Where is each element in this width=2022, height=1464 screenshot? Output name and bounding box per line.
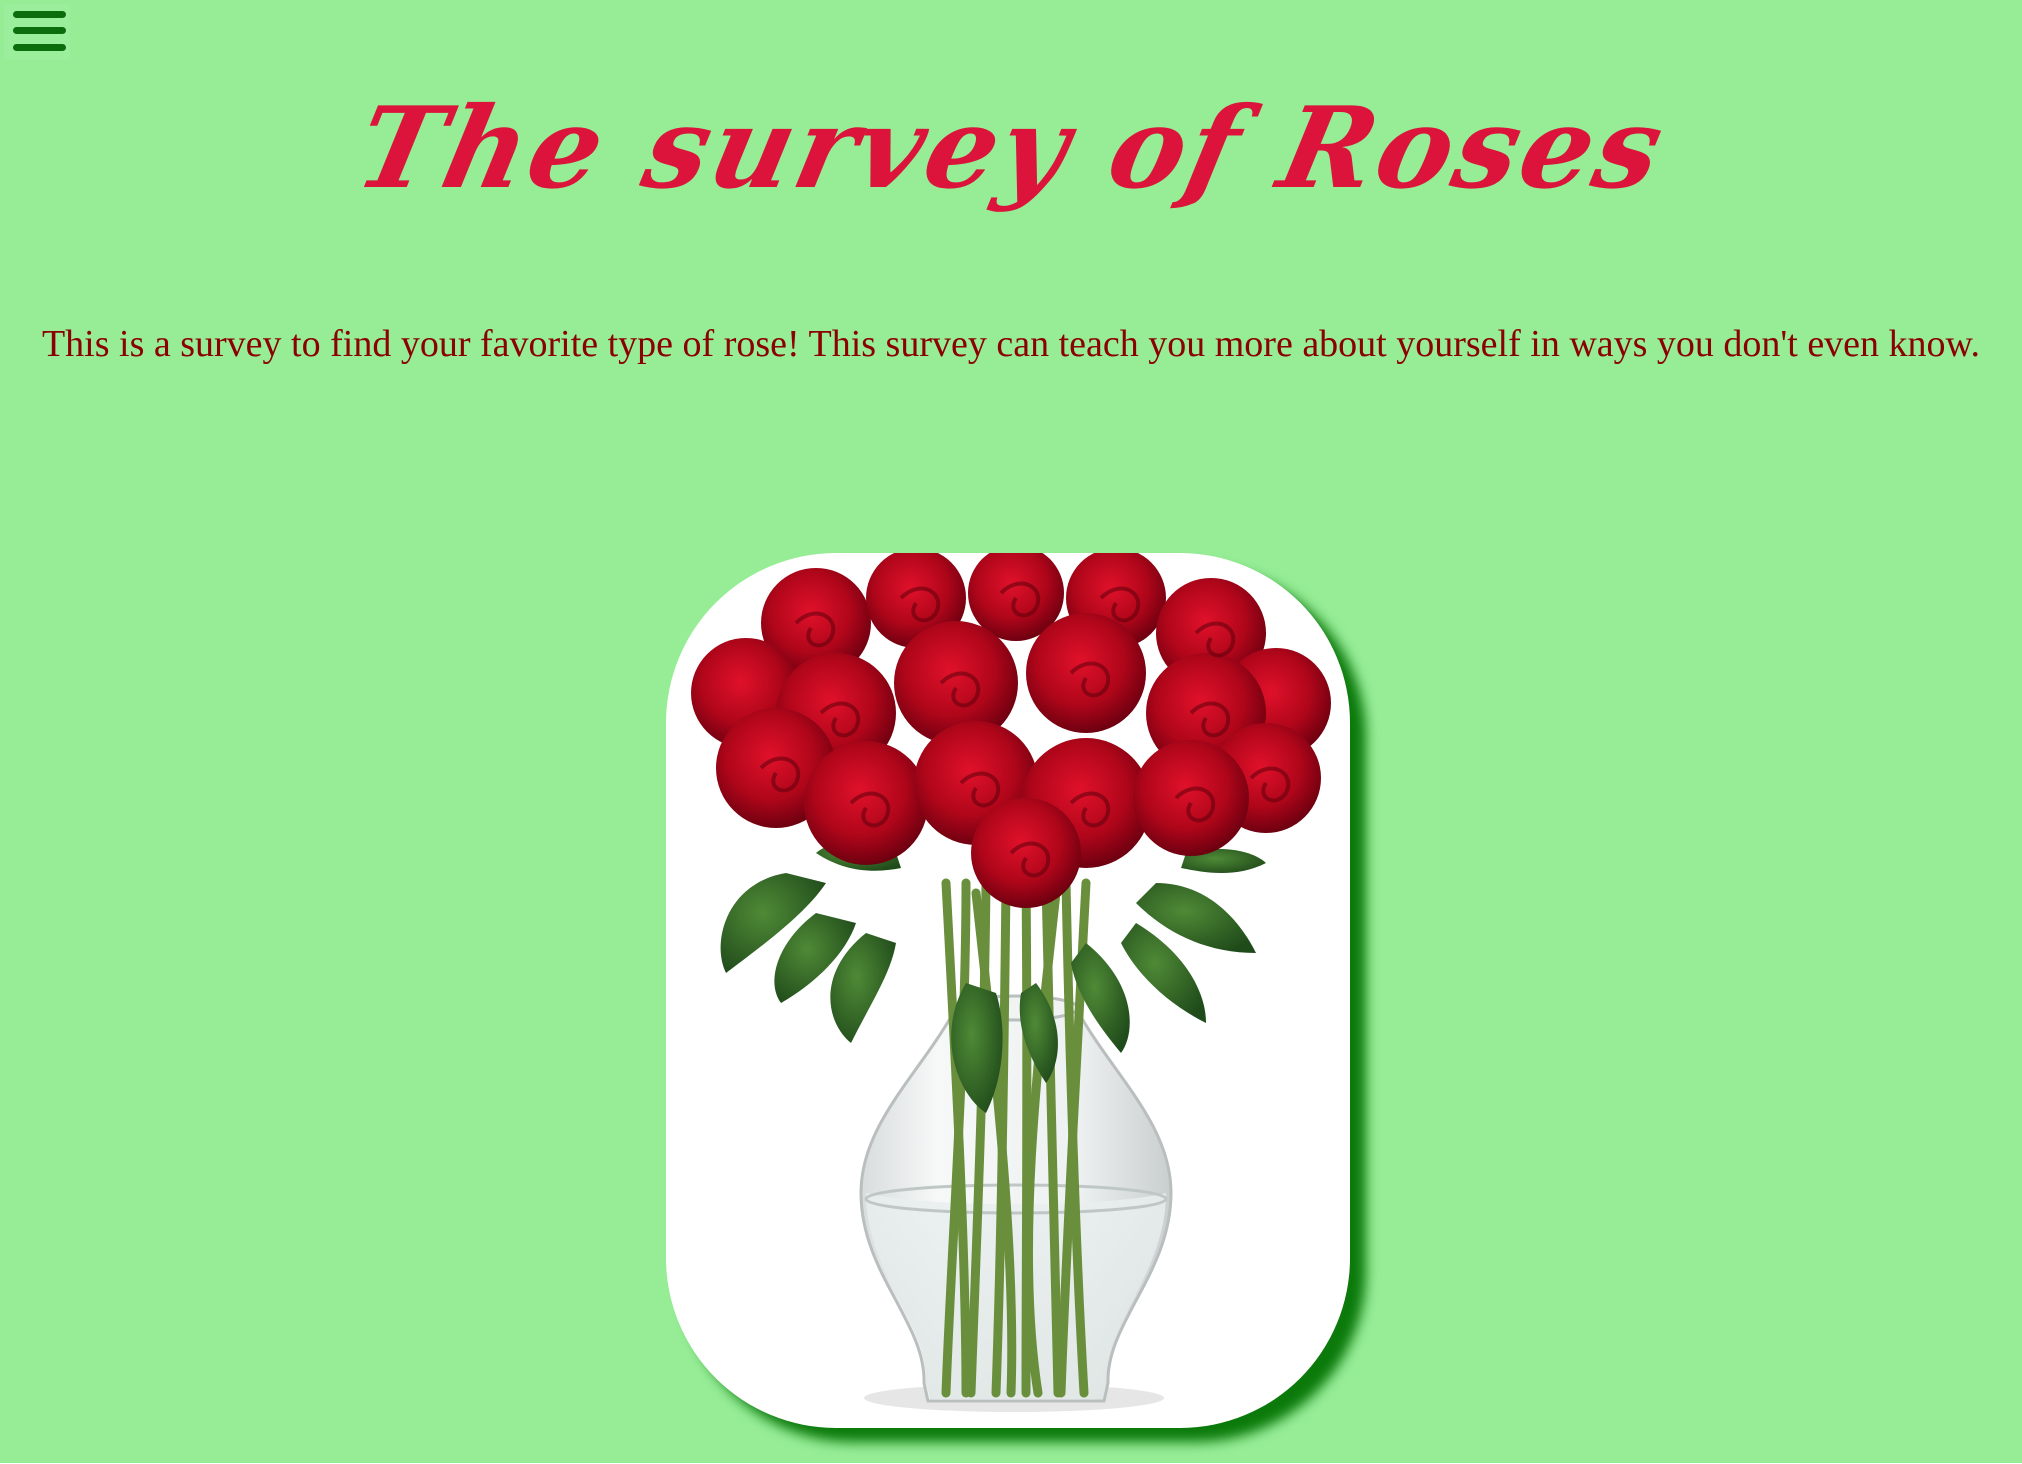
hamburger-menu-button[interactable]	[4, 4, 70, 60]
hamburger-menu-icon-bar	[13, 44, 66, 51]
rose-bouquet-image	[666, 553, 1350, 1428]
rose-bouquet-illustration	[691, 553, 1331, 1412]
page-title: The survey of Roses	[345, 83, 1677, 214]
hamburger-menu-icon	[13, 11, 66, 18]
intro-paragraph: This is a survey to find your favorite t…	[41, 323, 1981, 365]
page-background: The survey of Roses This is a survey to …	[0, 0, 2022, 1463]
hamburger-menu-icon-bar	[13, 27, 66, 34]
